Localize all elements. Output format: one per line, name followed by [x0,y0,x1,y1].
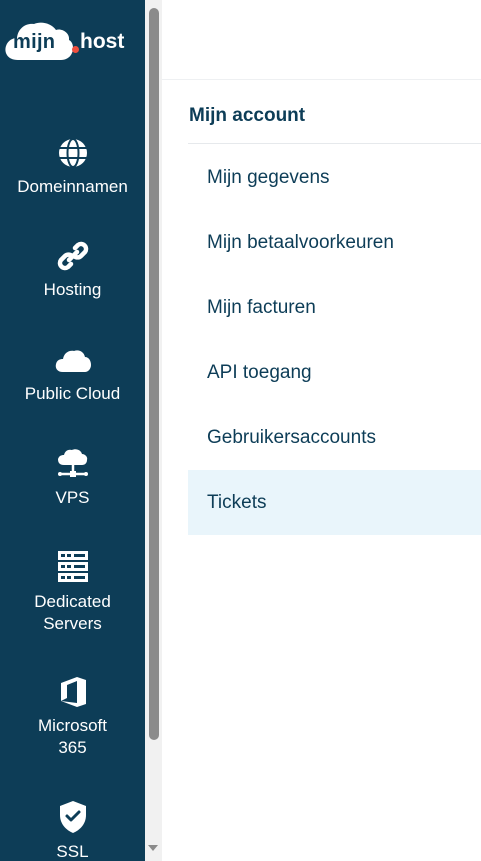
menu-item-tickets[interactable]: Tickets [188,470,481,535]
account-menu: Mijn gegevens Mijn betaalvoorkeuren Mijn… [188,145,481,535]
section-title: Mijn account [189,105,306,126]
logo[interactable]: mijn host [4,19,144,63]
sidebar-item-label: Dedicated Servers [34,592,111,633]
link-icon [57,241,88,271]
menu-item-mijn-gegevens[interactable]: Mijn gegevens [188,145,481,210]
menu-item-mijn-betaalvoorkeuren[interactable]: Mijn betaalvoorkeuren [188,210,481,275]
sidebar-scrollbar[interactable] [145,0,162,861]
header-divider [162,79,481,80]
server-rack-icon [57,551,88,582]
sidebar-item-label: VPS [55,488,90,507]
sidebar-item-ssl[interactable]: SSL [0,800,145,861]
sidebar: mijn host Domeinnamen Hosting Public Clo… [0,0,145,861]
logo-text-host: host [80,30,125,53]
section-divider [188,143,481,144]
sidebar-item-vps[interactable]: VPS [0,446,145,509]
sidebar-item-public-cloud[interactable]: Public Cloud [0,344,145,405]
main-content: Mijn account Mijn gegevens Mijn betaalvo… [162,0,481,861]
scroll-down-arrow-icon[interactable] [148,845,158,851]
logo-text-mijn: mijn [13,31,56,53]
sidebar-item-microsoft-365[interactable]: Microsoft 365 [0,676,145,759]
sidebar-item-hosting[interactable]: Hosting [0,240,145,301]
cloud-network-icon [57,449,88,477]
sidebar-item-dedicated-servers[interactable]: Dedicated Servers [0,550,145,635]
shield-check-icon [59,801,86,833]
sidebar-item-label: Microsoft 365 [38,716,107,757]
office-icon [60,677,86,707]
sidebar-item-label: Hosting [43,280,102,299]
menu-item-api-toegang[interactable]: API toegang [188,340,481,405]
menu-item-mijn-facturen[interactable]: Mijn facturen [188,275,481,340]
sidebar-item-domeinnamen[interactable]: Domeinnamen [0,137,145,198]
sidebar-item-label: SSL [56,842,89,861]
sidebar-item-label: Public Cloud [24,384,121,403]
logo-dot [72,46,79,53]
sidebar-item-label: Domeinnamen [17,177,128,196]
cloud-icon [55,350,91,372]
globe-icon [58,138,87,168]
menu-item-gebruikersaccounts[interactable]: Gebruikersaccounts [188,405,481,470]
scrollbar-thumb[interactable] [149,8,159,740]
